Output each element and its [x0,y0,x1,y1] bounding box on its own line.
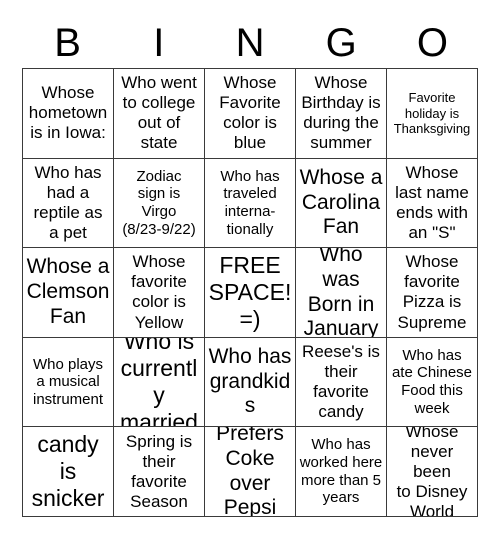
bingo-header-letter-o: O [416,21,448,65]
bingo-cell[interactable]: Who has had a reptile as a pet [23,158,114,249]
bingo-cell[interactable]: Whose hometown is in Iowa: [23,69,114,159]
bingo-cell-text: Who was Born in January [303,248,379,338]
bingo-cell[interactable]: Who has worked here more than 5 years [296,427,387,517]
bingo-cell-text: Zodiac sign is Virgo (8/23-9/22) [122,167,196,238]
bingo-header-letter-n: N [235,21,265,65]
bingo-cell[interactable]: Who has traveled interna- tionally [205,158,296,249]
bingo-header-letter-g: G [325,21,357,65]
bingo-cell-text: Favorite holiday is Thanksgiving [393,90,471,136]
bingo-cell[interactable]: Zodiac sign is Virgo (8/23-9/22) [114,158,205,249]
bingo-cell[interactable]: Favorite holiday is Thanksgiving [387,69,478,159]
bingo-cell-text: Whose favorite color is Yellow [131,252,187,332]
bingo-cell-text: Who has traveled interna- tionally [220,167,280,238]
bingo-cell-text: Reese's is their favorite candy [302,342,380,422]
bingo-cell[interactable]: Whose last name ends with an "S" [387,158,478,249]
bingo-cell-text: Spring is their favorite Season [125,431,193,511]
bingo-cell-text: Whose hometown is in Iowa: [28,83,108,143]
bingo-cell[interactable]: Whose never been to Disney World [387,427,478,517]
bingo-cell-text: Who went to college out of state [121,73,197,153]
bingo-cell-text: FREE SPACE! =) [208,251,292,333]
bingo-header-letter-b: B [54,21,81,65]
bingo-cell[interactable]: Who was Born in January [296,248,387,338]
bingo-cell-text: Whose favorite Pizza is Supreme [397,252,467,332]
bingo-cell-text: Who has worked here more than 5 years [299,436,383,507]
bingo-cell-text: Who plays a musical instrument [32,355,104,408]
bingo-header-letter-i: I [153,21,165,65]
bingo-cell-text: Whose Favorite color is blue [219,73,281,153]
bingo-cell[interactable]: Whose a Carolina Fan [296,158,387,249]
bingo-cell-text: Whose last name ends with an "S" [395,162,469,242]
bingo-cell-text: Who has had a reptile as a pet [33,162,103,242]
bingo-cell[interactable]: Who has grandkids [205,337,296,428]
bingo-card: B I N G O Whose hometown is in Iowa: Who … [0,0,500,544]
bingo-cell-text: Who has grandkids [208,344,292,418]
bingo-cell[interactable]: Who plays a musical instrument [23,337,114,428]
bingo-cell[interactable]: Prefers Coke over Pepsi [205,427,296,517]
bingo-cell[interactable]: Reese's is their favorite candy [296,337,387,428]
bingo-cell-text: Who is currently married [120,337,198,428]
bingo-cell[interactable]: Whose Favorite color is blue [205,69,296,159]
bingo-cell[interactable]: Favorite candy is snickers [23,427,114,517]
bingo-cell[interactable]: Whose favorite Pizza is Supreme [387,248,478,338]
bingo-header-row: B I N G O [22,18,478,68]
bingo-grid: Whose hometown is in Iowa: Who went to co… [22,68,478,517]
bingo-cell[interactable]: Spring is their favorite Season [114,427,205,517]
bingo-cell-text: Whose Birthday is during the summer [301,73,381,153]
bingo-cell-text: Whose a Clemson Fan [26,255,110,328]
bingo-cell-text: Prefers Coke over Pepsi [216,427,284,517]
bingo-cell-text: Whose a Carolina Fan [299,165,383,239]
bingo-cell[interactable]: Whose favorite color is Yellow [114,248,205,338]
bingo-cell[interactable]: Whose a Clemson Fan [23,248,114,338]
bingo-cell-text: Favorite candy is snickers [26,427,109,516]
bingo-cell[interactable]: Who went to college out of state [114,69,205,159]
bingo-cell-text: Whose never been to Disney World [396,427,468,517]
bingo-cell[interactable]: Who is currently married [114,337,205,428]
bingo-cell-free-space[interactable]: FREE SPACE! =) [205,248,296,338]
bingo-cell[interactable]: Whose Birthday is during the summer [296,69,387,159]
bingo-cell-text: Who has ate Chinese Food this week [391,346,473,417]
bingo-cell[interactable]: Who has ate Chinese Food this week [387,337,478,428]
